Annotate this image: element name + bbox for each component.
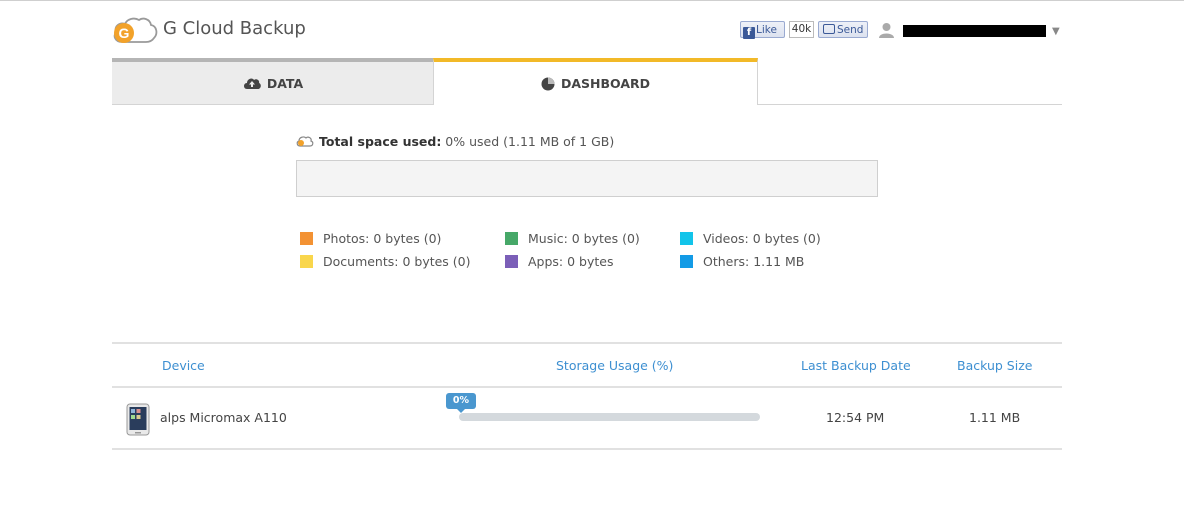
legend-others: Others: 1.11 MB	[680, 254, 804, 269]
legend-label-others: Others: 1.11 MB	[703, 254, 805, 269]
tab-dashboard[interactable]: DASHBOARD	[433, 58, 758, 105]
storage-usage-percent-badge: 0%	[446, 393, 476, 409]
legend-swatch-documents	[300, 255, 313, 268]
legend-swatch-music	[505, 232, 518, 245]
backup-size: 1.11 MB	[969, 410, 1021, 425]
column-header-storage-usage[interactable]: Storage Usage (%)	[556, 358, 673, 373]
tab-data[interactable]: DATA	[112, 58, 434, 105]
total-space-label: Total space used:	[319, 134, 442, 149]
chevron-down-icon[interactable]: ▼	[1052, 26, 1060, 37]
facebook-send-button[interactable]: Send	[818, 21, 868, 38]
total-space-detail: 0% used (1.11 MB of 1 GB)	[441, 134, 615, 149]
legend-music: Music: 0 bytes (0)	[505, 231, 640, 246]
facebook-send-label: Send	[837, 24, 864, 36]
legend-swatch-videos	[680, 232, 693, 245]
column-header-last-backup[interactable]: Last Backup Date	[801, 358, 911, 373]
legend-label-videos: Videos: 0 bytes (0)	[703, 231, 821, 246]
facebook-like-button[interactable]: f Like	[740, 21, 785, 39]
legend-swatch-apps	[505, 255, 518, 268]
total-space-used-text: Total space used: 0% used (1.11 MB of 1 …	[319, 134, 614, 149]
storage-usage-badge-pointer	[456, 408, 466, 413]
legend-label-apps: Apps: 0 bytes	[528, 254, 614, 269]
pie-chart-icon	[541, 77, 555, 90]
legend-label-music: Music: 0 bytes (0)	[528, 231, 640, 246]
last-backup-date: 12:54 PM	[826, 410, 885, 425]
facebook-icon: f	[743, 27, 755, 39]
tabs-divider	[757, 104, 1062, 105]
column-header-device[interactable]: Device	[162, 358, 205, 373]
user-icon[interactable]	[879, 22, 894, 38]
logo-letter: G	[119, 25, 130, 41]
cloud-storage-icon	[296, 136, 314, 147]
table-top-border	[112, 342, 1062, 344]
cloud-upload-icon	[243, 78, 261, 89]
legend-apps: Apps: 0 bytes	[505, 254, 613, 269]
g-cloud-logo-icon: G	[113, 17, 158, 43]
app-title: G Cloud Backup	[163, 18, 306, 39]
storage-usage-bar	[459, 413, 760, 421]
total-space-bar	[296, 160, 878, 197]
tab-dashboard-label: DASHBOARD	[560, 76, 650, 91]
legend-label-photos: Photos: 0 bytes (0)	[323, 231, 442, 246]
tab-data-label: DATA	[266, 75, 304, 91]
column-header-backup-size[interactable]: Backup Size	[957, 358, 1032, 373]
table-bottom-border	[112, 448, 1062, 450]
phone-icon	[126, 403, 150, 436]
facebook-like-label: Like	[756, 24, 777, 36]
legend-label-documents: Documents: 0 bytes (0)	[323, 254, 471, 269]
device-name: alps Micromax A110	[160, 410, 287, 425]
user-name-redacted[interactable]	[903, 25, 1046, 37]
legend-photos: Photos: 0 bytes (0)	[300, 231, 441, 246]
facebook-like-count: 40k	[789, 21, 814, 38]
legend-videos: Videos: 0 bytes (0)	[680, 231, 821, 246]
legend-swatch-photos	[300, 232, 313, 245]
speech-bubble-icon	[823, 24, 835, 34]
legend-swatch-others	[680, 255, 693, 268]
legend-documents: Documents: 0 bytes (0)	[300, 254, 471, 269]
